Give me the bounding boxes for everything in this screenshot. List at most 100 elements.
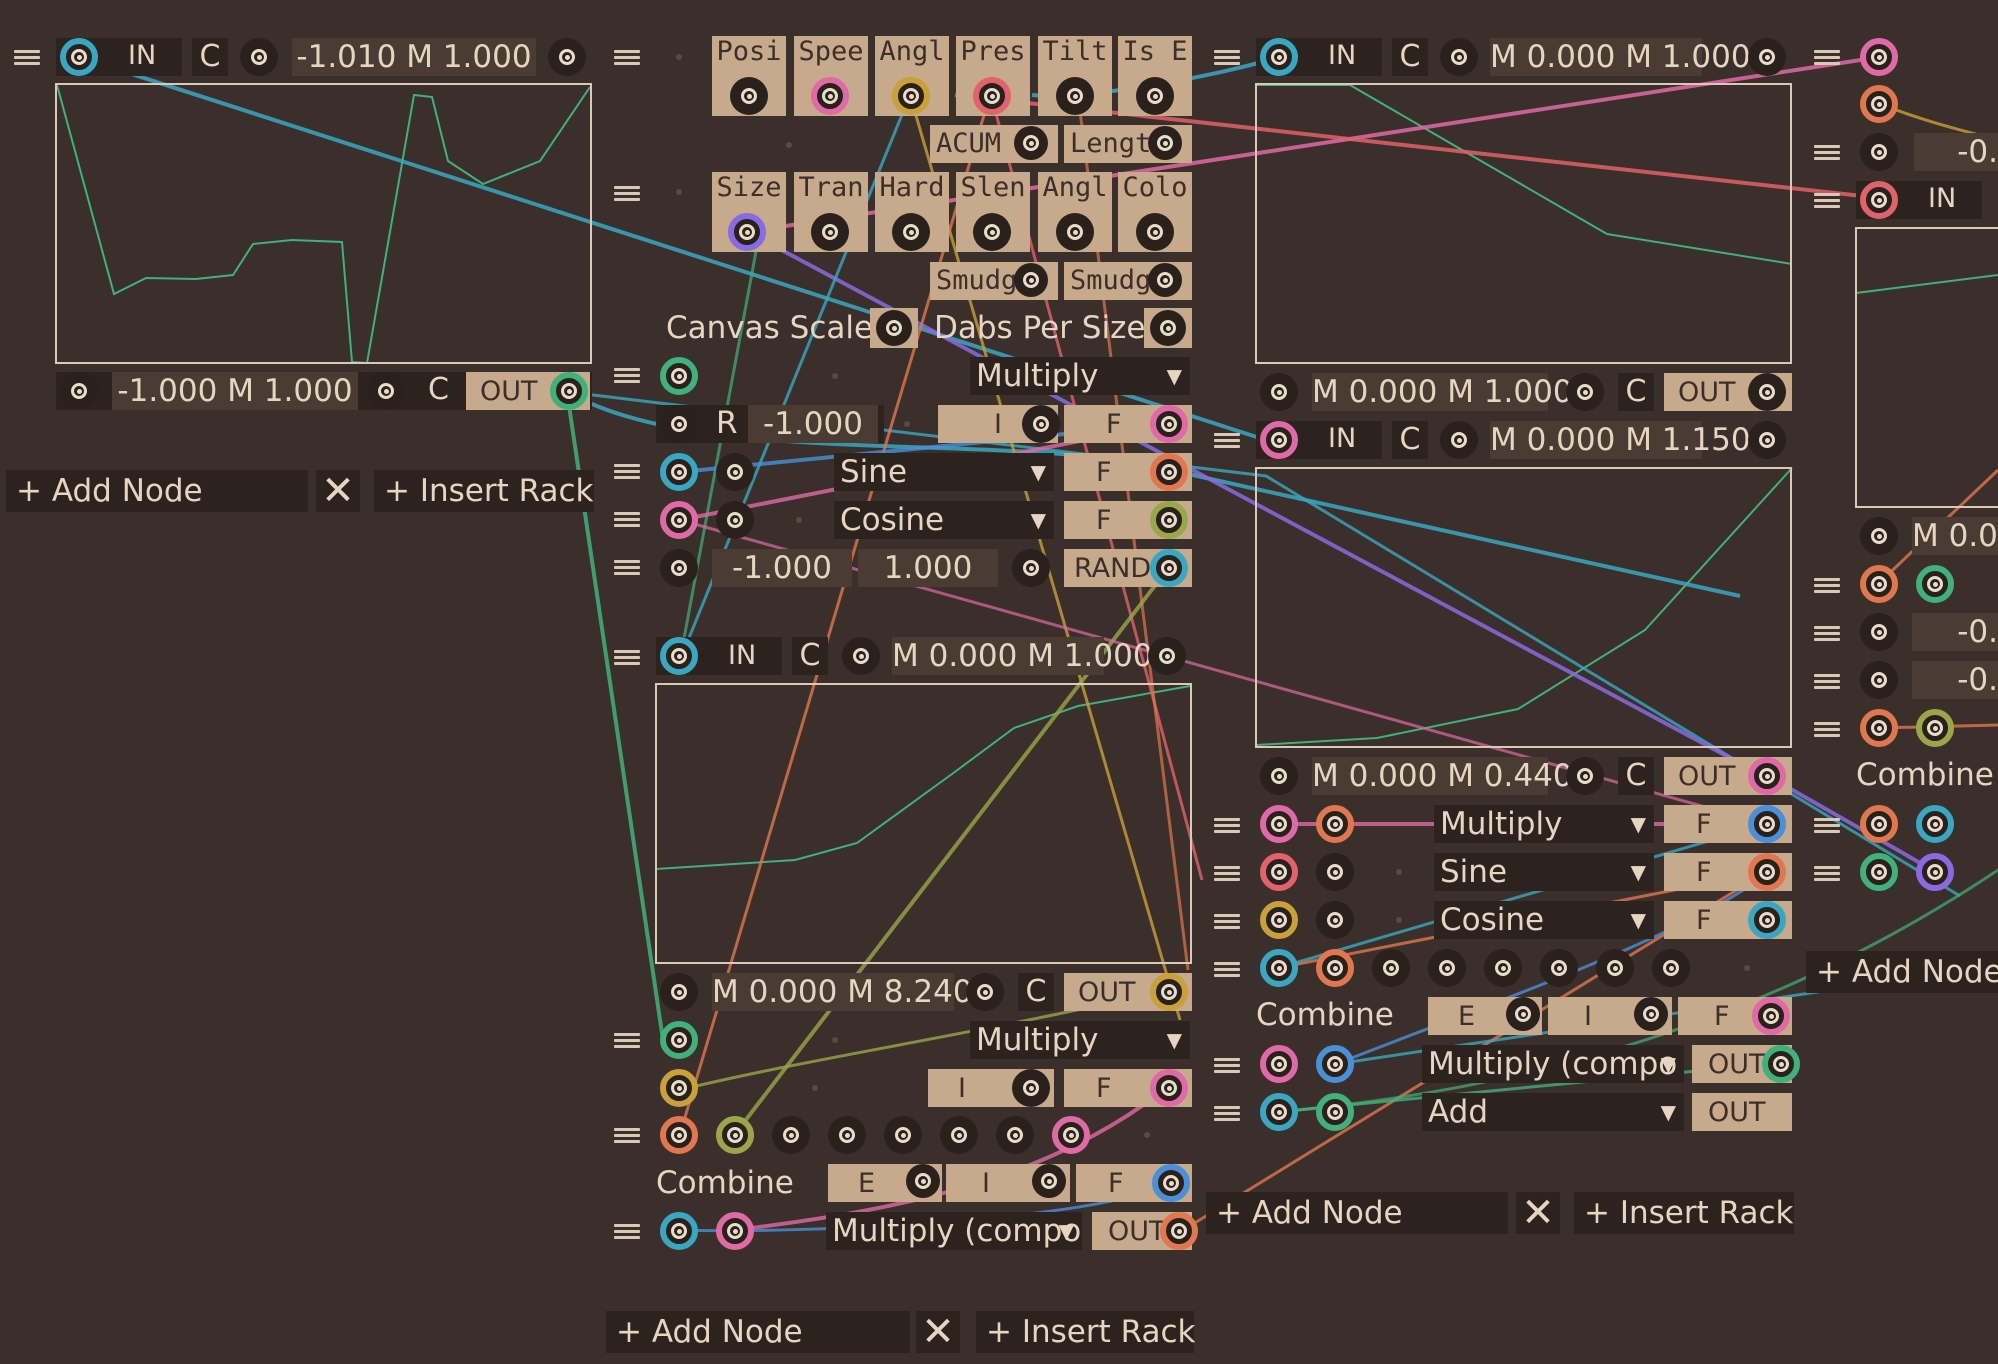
- rack3-out-c[interactable]: C: [1618, 373, 1654, 411]
- rack1-out-port3-icon[interactable]: [550, 372, 588, 410]
- f-port1-icon[interactable]: [1150, 405, 1188, 443]
- rack3-drag-handle-icon[interactable]: [1214, 47, 1240, 67]
- rack3-in2-port-icon[interactable]: [1260, 421, 1298, 459]
- rack2-drag-handle4-icon[interactable]: [614, 461, 640, 481]
- r3-sine-in1-icon[interactable]: [1260, 853, 1298, 891]
- r3-comb-p2-icon[interactable]: [1316, 949, 1354, 987]
- rack1-curve-chart[interactable]: [55, 83, 592, 364]
- r3-cosine-select[interactable]: Cosine ▼: [1434, 901, 1654, 939]
- r3-multiply-compo-select[interactable]: Multiply (compo ▼: [1422, 1045, 1684, 1083]
- comb-p6-icon[interactable]: [940, 1116, 978, 1154]
- rack2-drag-handle6-icon[interactable]: [614, 557, 640, 577]
- r3-comp-in1-icon[interactable]: [1260, 1045, 1298, 1083]
- rack3-out-range1[interactable]: M 0.000 M 1.000: [1312, 373, 1573, 411]
- r3-comb-p3-icon[interactable]: [1372, 949, 1410, 987]
- r3-comb-p7-icon[interactable]: [1596, 949, 1634, 987]
- rack2-drag-handle2-icon[interactable]: [614, 183, 640, 203]
- multiply-select[interactable]: Multiply ▼: [970, 357, 1190, 395]
- r3-comb-p6-icon[interactable]: [1540, 949, 1578, 987]
- tran-port-icon[interactable]: [811, 213, 849, 251]
- rack1-out-port2-icon[interactable]: [367, 372, 405, 410]
- rack1-port2-icon[interactable]: [548, 38, 586, 76]
- r-port-icon[interactable]: [660, 405, 698, 443]
- rack3-curve-chart-1[interactable]: [1255, 83, 1792, 364]
- acum-port-icon[interactable]: [1014, 126, 1048, 160]
- sine-select[interactable]: Sine ▼: [834, 453, 1054, 491]
- rack2-close-icon[interactable]: ✕: [916, 1311, 960, 1353]
- r3-f-port4-icon[interactable]: [1752, 997, 1790, 1035]
- rack3-port2-icon[interactable]: [1748, 38, 1786, 76]
- angl-port-icon[interactable]: [892, 77, 930, 115]
- cosine-select[interactable]: Cosine ▼: [834, 501, 1054, 539]
- r3-comb-p5-icon[interactable]: [1484, 949, 1522, 987]
- smudg2-port-icon[interactable]: [1148, 263, 1182, 297]
- pres-port-icon[interactable]: [973, 77, 1011, 115]
- rack4-curve-chart[interactable]: [1855, 227, 1998, 508]
- rack3-port3-icon[interactable]: [1440, 421, 1478, 459]
- r3-sine-select[interactable]: Sine ▼: [1434, 853, 1654, 891]
- rack3-drag-handle4-icon[interactable]: [1214, 863, 1240, 883]
- rack4-p11-icon[interactable]: [1860, 805, 1898, 843]
- rack4-drag-handle7-icon[interactable]: [1814, 719, 1840, 739]
- rack3-drag-handle2-icon[interactable]: [1214, 430, 1240, 450]
- rack4-p9-icon[interactable]: [1860, 709, 1898, 747]
- rack2-curve-chart[interactable]: [655, 683, 1192, 964]
- rack3-in-range1[interactable]: M 0.000 M 1.000: [1490, 38, 1751, 76]
- r3-e-port-icon[interactable]: [1506, 997, 1540, 1031]
- rack2-drag-handle7-icon[interactable]: [614, 647, 640, 667]
- r3-add-in1-icon[interactable]: [1260, 1093, 1298, 1131]
- rack3-port4-icon[interactable]: [1748, 421, 1786, 459]
- dabs-per-size-port-icon[interactable]: [1150, 310, 1186, 346]
- rack2-port-icon[interactable]: [842, 637, 880, 675]
- r3-add-select[interactable]: Add ▼: [1422, 1093, 1684, 1131]
- rack4-p12-icon[interactable]: [1916, 805, 1954, 843]
- sine-in-port-icon[interactable]: [660, 453, 698, 491]
- comp-in2-icon[interactable]: [716, 1212, 754, 1250]
- comp-in1-icon[interactable]: [660, 1212, 698, 1250]
- rack1-out-c[interactable]: C: [428, 372, 449, 407]
- e-port-icon[interactable]: [906, 1164, 940, 1198]
- rack4-p7-icon[interactable]: [1860, 613, 1898, 651]
- r3-multiply-select[interactable]: Multiply ▼: [1434, 805, 1654, 843]
- rack3-out-port3-icon[interactable]: [1748, 373, 1786, 411]
- rack4-drag-handle3-icon[interactable]: [1814, 190, 1840, 210]
- f-port4-icon[interactable]: [1150, 1069, 1188, 1107]
- rack2-in-range[interactable]: M 0.000 M 1.000: [892, 637, 1153, 675]
- rack4-drag-handle2-icon[interactable]: [1814, 142, 1840, 162]
- rack3-drag-handle8-icon[interactable]: [1214, 1103, 1240, 1123]
- rack4-p10-icon[interactable]: [1916, 709, 1954, 747]
- rack1-in-port-icon[interactable]: [60, 38, 98, 76]
- rand-min[interactable]: -1.000: [712, 549, 852, 587]
- rack4-drag-handle6-icon[interactable]: [1814, 671, 1840, 691]
- r3-add-out-tab[interactable]: OUT: [1692, 1093, 1792, 1131]
- rack4-p6-icon[interactable]: [1916, 565, 1954, 603]
- rack4-drag-handle5-icon[interactable]: [1814, 623, 1840, 643]
- tilt-port-icon[interactable]: [1056, 77, 1094, 115]
- lengt-port-icon[interactable]: [1148, 126, 1182, 160]
- comb-p4-icon[interactable]: [828, 1116, 866, 1154]
- rack4-port2-icon[interactable]: [1860, 85, 1898, 123]
- rack2-drag-handle8-icon[interactable]: [614, 1030, 640, 1050]
- comb-p7-icon[interactable]: [996, 1116, 1034, 1154]
- comb-p5-icon[interactable]: [884, 1116, 922, 1154]
- rack1-in-range[interactable]: -1.010 M 1.000: [292, 38, 536, 76]
- rack4-drag-handle8-icon[interactable]: [1814, 815, 1840, 835]
- r3-cos-in2-icon[interactable]: [1316, 901, 1354, 939]
- rand-out-port-icon[interactable]: [1150, 549, 1188, 587]
- rack3-close-icon[interactable]: ✕: [1516, 1192, 1560, 1234]
- rack3-in-port-icon[interactable]: [1260, 38, 1298, 76]
- rack4-drag-handle9-icon[interactable]: [1814, 863, 1840, 883]
- comb-p8-icon[interactable]: [1052, 1116, 1090, 1154]
- rand-max[interactable]: 1.000: [858, 549, 998, 587]
- rack2-out-c[interactable]: C: [1018, 973, 1054, 1011]
- rack1-port-icon[interactable]: [240, 38, 278, 76]
- smudg1-port-icon[interactable]: [1014, 263, 1048, 297]
- rack3-drag-handle6-icon[interactable]: [1214, 959, 1240, 979]
- rack2-c-button[interactable]: C: [792, 637, 828, 675]
- rack4-drag-handle4-icon[interactable]: [1814, 575, 1840, 595]
- i-port-icon[interactable]: [1022, 405, 1060, 443]
- r3-f-port1-icon[interactable]: [1748, 805, 1786, 843]
- rack2-insert-rack-button[interactable]: + Insert Rack: [976, 1311, 1195, 1353]
- rand-port-icon[interactable]: [1012, 549, 1050, 587]
- rack1-add-node-button[interactable]: + Add Node: [6, 470, 308, 512]
